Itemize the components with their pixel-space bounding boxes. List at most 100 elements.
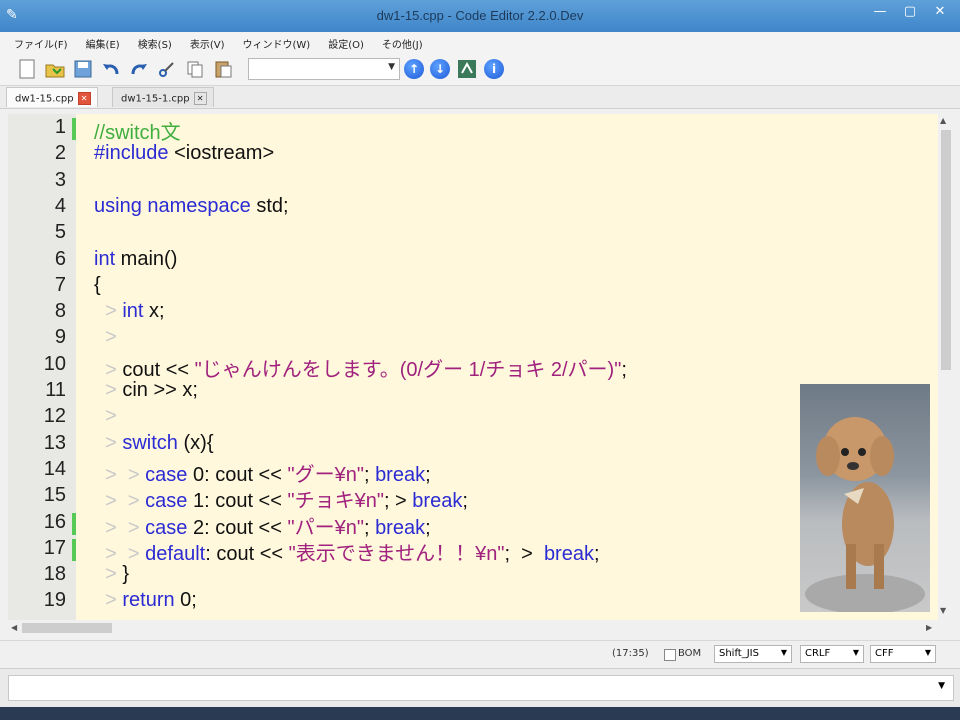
menu-edit[interactable]: 編集(E) [82,32,128,52]
bom-checkbox[interactable] [664,649,676,661]
comment-token: //switch文 [94,122,181,144]
keyword-token: case [145,463,188,486]
horizontal-scrollbar[interactable]: ◀ ▶ [8,620,938,636]
line-ending-value: CRLF [805,648,831,659]
cut-icon[interactable] [156,58,178,80]
code-line[interactable]: { [94,274,101,300]
horizontal-scroll-thumb[interactable] [22,623,112,633]
encoding-select[interactable]: Shift_JIS ▼ [714,645,792,663]
code-token: ; [593,542,600,565]
new-file-icon[interactable] [16,58,38,80]
menu-file[interactable]: ファイル(F) [10,32,76,52]
command-input[interactable]: ▼ [8,675,954,701]
keyword-token: case [145,516,188,539]
save-icon[interactable] [72,58,94,80]
tab-dw1-15[interactable]: dw1-15.cpp ✕ [6,87,98,107]
scroll-up-icon[interactable]: ▲ [940,116,946,125]
line-number: 16 [43,510,66,533]
line-number: 1 [54,116,66,138]
line-number: 10 [43,352,66,375]
whitespace-marker: > [94,563,123,586]
code-line[interactable]: #include <iostream> [94,142,274,168]
title-bar[interactable]: ✎ dw1-15.cpp - Code Editor 2.2.0.Dev — ▢… [0,0,960,32]
keyword-token: break [543,542,594,565]
code-line[interactable]: using namespace std; [94,195,289,221]
code-token: { [94,273,101,296]
search-combo[interactable]: ▼ [248,57,400,80]
code-line[interactable]: > > case 0: cout << "グー¥n"; break; [94,458,431,486]
code-line[interactable]: > return 0; [94,589,197,615]
code-line[interactable]: > > case 1: cout << "チョキ¥n"; > break; [94,484,468,513]
line-number: 7 [54,273,66,296]
find-next-icon[interactable]: ↓ [430,58,450,79]
string-token: "グー¥n" [287,463,364,486]
code-token: ; [621,358,627,381]
scroll-right-icon[interactable]: ▶ [926,623,932,632]
line-number: 12 [43,405,66,428]
code-line[interactable]: > > case 2: cout << "パー¥n"; break; [94,511,431,539]
cursor-position: (17:35) [612,648,649,659]
line-number: 4 [54,194,66,217]
menu-window[interactable]: ウィンドウ(W) [239,32,319,52]
code-line[interactable]: //switch文 [94,116,181,144]
redo-icon[interactable] [128,58,150,80]
menu-view[interactable]: 表示(V) [186,32,233,52]
menu-search[interactable]: 検索(S) [134,32,180,52]
whitespace-marker: > [94,431,123,454]
code-token: cin >> x; [122,379,198,401]
tab-label: dw1-15-1.cpp [121,93,190,105]
help-icon[interactable]: i [484,58,504,79]
close-tab-icon[interactable]: ✕ [193,92,207,105]
line-number: 3 [54,168,66,191]
code-token: ; [425,516,431,539]
whitespace-marker: > [94,405,123,428]
string-token: "チョキ¥n" [287,490,384,513]
copy-icon[interactable] [184,58,206,80]
mode-value: CFF [875,648,894,659]
close-tab-icon[interactable]: ✕ [77,92,91,105]
close-button[interactable]: ✕ [926,2,954,22]
maximize-button[interactable]: ▢ [896,2,924,22]
code-line[interactable]: > > default: cout << "表示できません！！¥n"; > br… [94,537,600,565]
chevron-down-icon[interactable]: ▼ [938,681,945,691]
line-number: 8 [54,300,66,323]
undo-icon[interactable] [100,58,122,80]
code-line[interactable]: > cout << "じゃんけんをします。(0/グー 1/チョキ 2/パー)"; [94,353,627,381]
menu-other[interactable]: その他(J) [378,32,431,52]
replace-icon[interactable] [456,58,478,80]
code-token: 2: cout << [187,516,288,539]
code-token: ; [462,490,468,513]
status-bar: (17:35) BOM Shift_JIS ▼ CRLF ▼ CFF ▼ [0,640,960,667]
scroll-left-icon[interactable]: ◀ [11,623,17,632]
code-line[interactable]: > cin >> x; [94,379,198,405]
string-token: "表示できません！！¥n" [288,542,505,565]
vertical-scrollbar[interactable]: ▲ ▼ [938,114,954,620]
line-ending-select[interactable]: CRLF ▼ [800,645,864,663]
code-line[interactable]: > [94,326,122,352]
code-line[interactable]: > } [94,563,129,589]
code-editor[interactable]: 1 2 3 4 5 6 7 8 9 10 11 12 13 14 15 16 17 18 19 //switch文 #… [8,114,938,620]
scroll-down-icon[interactable]: ▼ [940,606,946,615]
menu-bar: ファイル(F) 編集(E) 検索(S) 表示(V) ウィンドウ(W) 設定(O)… [0,32,960,52]
chevron-down-icon: ▼ [924,648,931,657]
mode-select[interactable]: CFF ▼ [870,645,936,663]
paste-icon[interactable] [212,58,234,80]
whitespace-marker: > [94,589,123,612]
find-prev-icon[interactable]: ↑ [404,58,424,79]
vertical-scroll-thumb[interactable] [941,130,951,370]
menu-settings[interactable]: 設定(O) [324,32,372,52]
code-line[interactable]: > switch (x){ [94,431,213,458]
code-token: cout << [122,358,195,381]
line-number: 11 [45,379,66,401]
code-token: <iostream> [168,142,275,165]
keyword-token: return [122,589,175,612]
toolbar: ▼ ↑ ↓ i [0,52,960,86]
tab-dw1-15-1[interactable]: dw1-15-1.cpp ✕ [112,87,214,107]
code-line[interactable]: > [94,405,122,431]
code-line[interactable]: int main() [94,248,177,274]
minimize-button[interactable]: — [866,2,894,22]
open-file-icon[interactable] [44,58,66,80]
code-token: ; > [504,542,544,565]
keyword-token: switch [122,431,178,454]
code-line[interactable]: > int x; [94,300,165,326]
